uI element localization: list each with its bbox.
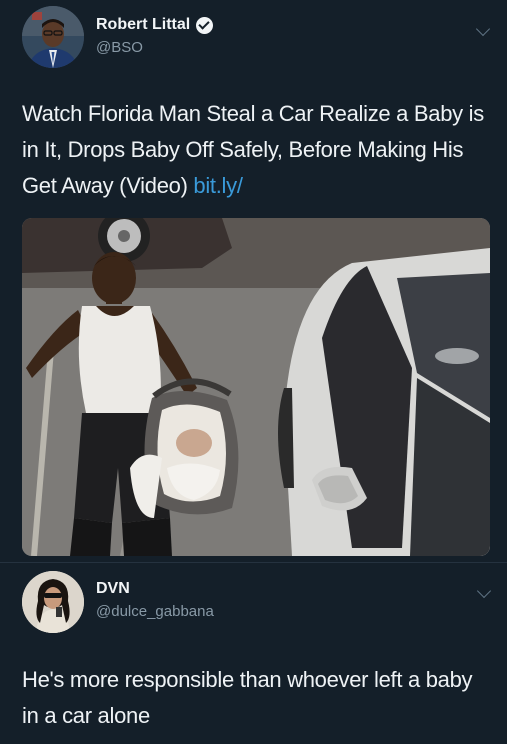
verified-badge-icon: [196, 16, 214, 34]
author-handle[interactable]: @dulce_gabbana: [96, 603, 214, 620]
security-camera-image: [22, 218, 490, 556]
tweet-link[interactable]: bit.ly/: [193, 173, 243, 198]
chevron-down-icon[interactable]: [476, 583, 492, 599]
chevron-down-icon[interactable]: [475, 21, 491, 37]
author-name[interactable]: DVN: [96, 580, 130, 598]
timeline: Robert Littal @BSO Watch Florida Man Ste…: [0, 0, 507, 744]
tweet-text: Watch Florida Man Steal a Car Realize a …: [22, 101, 484, 198]
tweet-text: He's more responsible than whoever left …: [22, 667, 473, 728]
tweet-header: Robert Littal @BSO: [22, 6, 492, 68]
avatar[interactable]: [22, 6, 84, 68]
divider: [0, 562, 507, 563]
author-handle[interactable]: @BSO: [96, 39, 143, 56]
avatar[interactable]: [22, 571, 84, 633]
tweet-photo[interactable]: [22, 218, 490, 556]
author-name[interactable]: Robert Littal: [96, 16, 214, 34]
